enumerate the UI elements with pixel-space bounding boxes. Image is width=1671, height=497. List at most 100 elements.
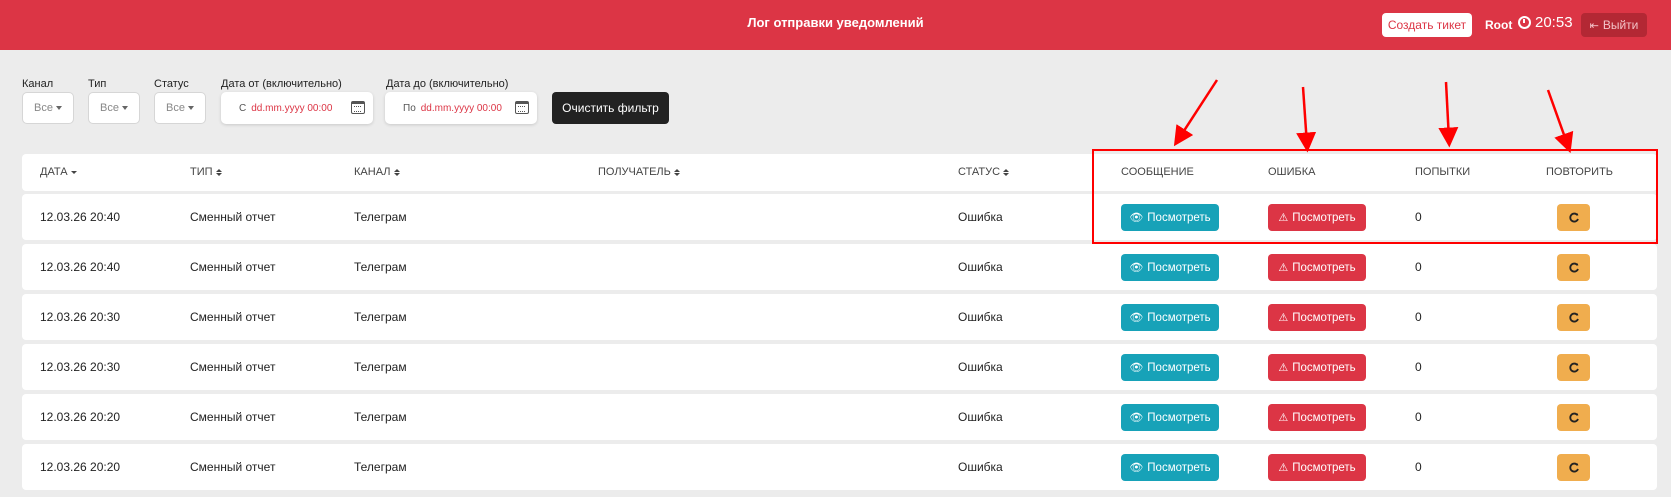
- view-message-label: Посмотреть: [1147, 311, 1211, 324]
- view-error-button[interactable]: ⚠ Посмотреть: [1268, 304, 1366, 331]
- cell-date: 12.03.26 20:30: [40, 360, 121, 374]
- cell-date: 12.03.26 20:20: [40, 460, 121, 474]
- cell-status: Ошибка: [958, 360, 1003, 374]
- view-message-label: Посмотреть: [1147, 261, 1211, 274]
- sort-icon: [673, 168, 680, 176]
- cell-type: Сменный отчет: [190, 210, 276, 224]
- header-recipient-label: Получатель: [598, 166, 671, 178]
- header-recipient[interactable]: Получатель: [598, 166, 680, 178]
- eye-icon: 👁: [1129, 262, 1144, 274]
- channel-filter-select[interactable]: Все: [22, 92, 74, 124]
- header-status-label: Статус: [958, 166, 1001, 178]
- status-filter-select[interactable]: Все: [154, 92, 206, 124]
- view-error-button[interactable]: ⚠ Посмотреть: [1268, 454, 1366, 481]
- view-error-label: Посмотреть: [1292, 461, 1356, 474]
- cell-date: 12.03.26 20:30: [40, 310, 121, 324]
- header-type[interactable]: Тип: [190, 166, 222, 178]
- cell-status: Ошибка: [958, 310, 1003, 324]
- date-from-prefix: С: [239, 102, 247, 114]
- sort-icon: [1003, 168, 1010, 176]
- date-from-input[interactable]: С dd.mm.yyyy 00:00: [221, 92, 373, 124]
- view-message-button[interactable]: 👁 Посмотреть: [1121, 254, 1219, 281]
- table-row: 12.03.26 20:40 Сменный отчет Телеграм Ошибк…: [22, 244, 1657, 290]
- clock: 20:53: [1518, 14, 1573, 31]
- calendar-icon[interactable]: [351, 101, 365, 114]
- view-error-label: Посмотреть: [1292, 261, 1356, 274]
- cell-channel: Телеграм: [354, 360, 407, 374]
- cell-channel: Телеграм: [354, 260, 407, 274]
- eye-icon: 👁: [1129, 462, 1144, 474]
- view-message-label: Посмотреть: [1147, 461, 1211, 474]
- view-message-button[interactable]: 👁 Посмотреть: [1121, 354, 1219, 381]
- header-date[interactable]: Дата: [40, 166, 77, 178]
- clock-time: 20:53: [1535, 14, 1573, 31]
- retry-button[interactable]: [1557, 454, 1590, 481]
- channel-filter-label: Канал: [22, 78, 54, 90]
- date-from-label: Дата от (включительно): [221, 78, 342, 90]
- date-from-placeholder: dd.mm.yyyy 00:00: [251, 102, 333, 114]
- warning-icon: ⚠: [1278, 462, 1289, 474]
- logout-button[interactable]: ⇤ Выйти: [1581, 13, 1647, 37]
- cell-attempts: 0: [1415, 260, 1422, 274]
- view-message-button[interactable]: 👁 Посмотреть: [1121, 404, 1219, 431]
- type-filter-select[interactable]: Все: [88, 92, 140, 124]
- logout-icon: ⇤: [1589, 19, 1599, 32]
- header-channel[interactable]: Канал: [354, 166, 400, 178]
- cell-attempts: 0: [1415, 410, 1422, 424]
- warning-icon: ⚠: [1278, 262, 1289, 274]
- caret-down-icon: [121, 106, 128, 110]
- create-ticket-button[interactable]: Создать тикет: [1382, 13, 1472, 37]
- view-message-label: Посмотреть: [1147, 411, 1211, 424]
- table-row: 12.03.26 20:30 Сменный отчет Телеграм Ошибк…: [22, 344, 1657, 390]
- view-message-button[interactable]: 👁 Посмотреть: [1121, 454, 1219, 481]
- date-to-placeholder: dd.mm.yyyy 00:00: [420, 102, 502, 114]
- retry-button[interactable]: [1557, 254, 1590, 281]
- calendar-icon[interactable]: [515, 101, 529, 114]
- sort-icon: [393, 168, 400, 176]
- view-error-button[interactable]: ⚠ Посмотреть: [1268, 404, 1366, 431]
- cell-channel: Телеграм: [354, 210, 407, 224]
- cell-attempts: 0: [1415, 310, 1422, 324]
- status-filter-label: Статус: [154, 78, 189, 90]
- warning-icon: ⚠: [1278, 362, 1289, 374]
- eye-icon: 👁: [1129, 362, 1144, 374]
- annotation-arrow: [1173, 79, 1219, 147]
- table-row: 12.03.26 20:30 Сменный отчет Телеграм Ошибк…: [22, 294, 1657, 340]
- clear-filter-button[interactable]: Очистить фильтр: [552, 92, 669, 124]
- caret-down-icon: [55, 106, 62, 110]
- cell-status: Ошибка: [958, 260, 1003, 274]
- view-error-label: Посмотреть: [1292, 311, 1356, 324]
- annotation-arrow: [1546, 89, 1574, 154]
- view-error-button[interactable]: ⚠ Посмотреть: [1268, 354, 1366, 381]
- retry-button[interactable]: [1557, 304, 1590, 331]
- warning-icon: ⚠: [1278, 312, 1289, 324]
- status-filter-value: Все: [166, 102, 185, 114]
- header-channel-label: Канал: [354, 166, 391, 178]
- logout-label: Выйти: [1602, 18, 1639, 32]
- cell-channel: Телеграм: [354, 410, 407, 424]
- cell-channel: Телеграм: [354, 310, 407, 324]
- refresh-icon: [1568, 362, 1579, 372]
- date-to-prefix: По: [403, 102, 416, 114]
- cell-type: Сменный отчет: [190, 360, 276, 374]
- retry-button[interactable]: [1557, 354, 1590, 381]
- cell-status: Ошибка: [958, 460, 1003, 474]
- cell-attempts: 0: [1415, 460, 1422, 474]
- refresh-icon: [1568, 462, 1579, 472]
- view-error-button[interactable]: ⚠ Посмотреть: [1268, 254, 1366, 281]
- sort-icon: [215, 168, 222, 176]
- header-status[interactable]: Статус: [958, 166, 1010, 178]
- cell-date: 12.03.26 20:40: [40, 260, 121, 274]
- top-bar: Лог отправки уведомлений Создать тикет R…: [0, 0, 1671, 50]
- channel-filter-value: Все: [34, 102, 53, 114]
- date-to-input[interactable]: По dd.mm.yyyy 00:00: [385, 92, 537, 124]
- view-message-button[interactable]: 👁 Посмотреть: [1121, 304, 1219, 331]
- caret-down-icon: [187, 106, 194, 110]
- annotation-arrow: [1438, 81, 1459, 148]
- cell-date: 12.03.26 20:40: [40, 210, 121, 224]
- cell-type: Сменный отчет: [190, 260, 276, 274]
- table-row: 12.03.26 20:20 Сменный отчет Телеграм Ошибк…: [22, 444, 1657, 490]
- cell-attempts: 0: [1415, 360, 1422, 374]
- retry-button[interactable]: [1557, 404, 1590, 431]
- type-filter-label: Тип: [88, 78, 107, 90]
